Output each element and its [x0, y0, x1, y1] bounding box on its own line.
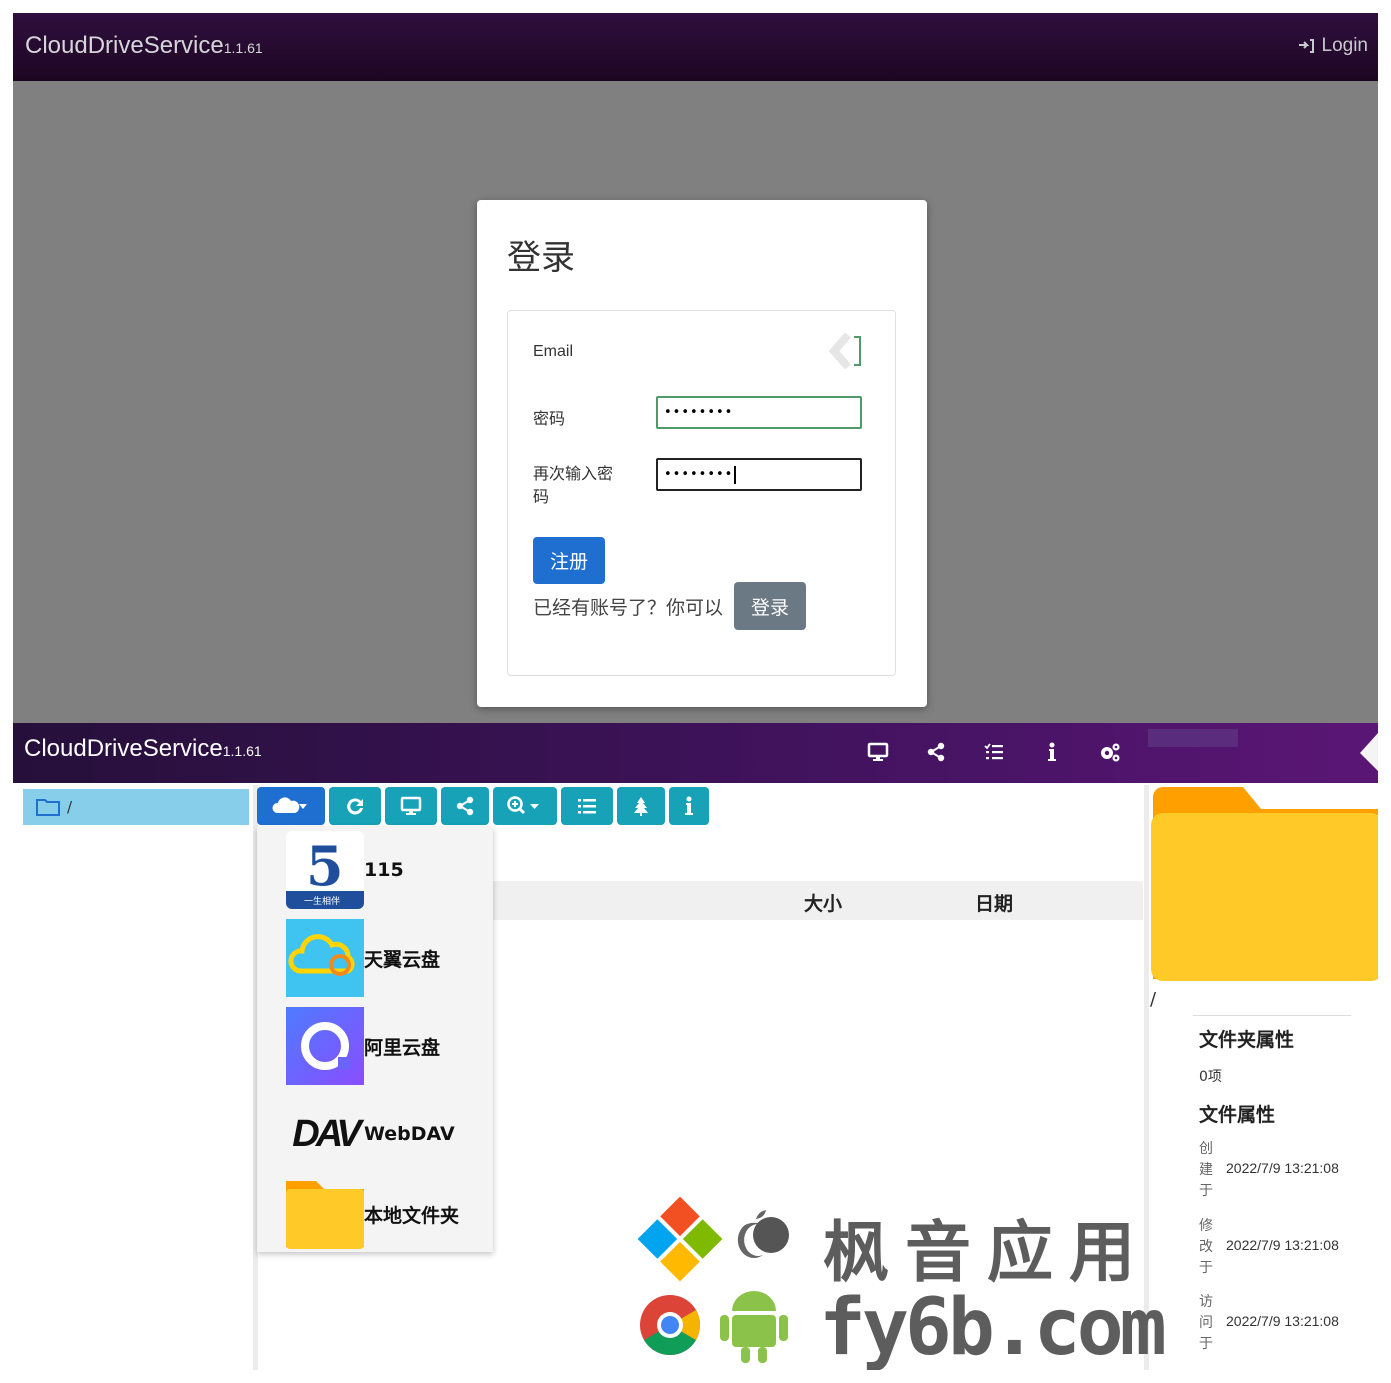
watermark-cn-text: 枫音应用 [823, 1214, 1151, 1291]
nav-monitor-button[interactable] [849, 737, 907, 767]
login-screenshot: CloudDriveService1.1.61 Login 登录 Email 密… [13, 13, 1378, 723]
prop-accessed: 访问于 2022/7/9 13:21:08 [1199, 1292, 1359, 1352]
115-slogan: 一生相伴 [304, 897, 341, 907]
menu-item-tianyi[interactable]: 天翼云盘 [286, 918, 486, 998]
selected-path: / [1150, 989, 1157, 1010]
tree-view-button[interactable] [617, 787, 665, 825]
tree-icon [634, 797, 648, 816]
login-link[interactable]: Login [1296, 35, 1369, 57]
svg-text:5: 5 [306, 834, 344, 898]
register-card: Email 密码 •••••••• 再次输入密码 •••••••• 注册 已经有… [507, 310, 896, 676]
item-count: 0项 [1199, 1069, 1222, 1085]
115-logo-icon: 5 一生相伴 [286, 831, 364, 909]
nav-share-button[interactable] [907, 737, 965, 767]
login-link-label: Login [1321, 35, 1369, 56]
tianyi-cloud-icon [286, 919, 364, 997]
prop-value: 2022/7/9 13:21:08 [1226, 1160, 1339, 1176]
column-date[interactable]: 日期 [975, 889, 1013, 916]
column-size[interactable]: 大小 [804, 889, 842, 916]
prop-modified: 修改于 2022/7/9 13:21:08 [1199, 1216, 1359, 1276]
webdav-logo-text: DAV [292, 1112, 361, 1155]
confirm-password-label: 再次输入密码 [533, 466, 614, 506]
password-input[interactable]: •••••••• [656, 396, 862, 429]
menu-item-aliyun[interactable]: 阿里云盘 [286, 1006, 486, 1086]
menu-item-label: 天翼云盘 [364, 948, 441, 971]
refresh-button[interactable] [329, 787, 381, 825]
prop-key: 修改于 [1199, 1218, 1213, 1276]
menu-item-label: 本地文件夹 [364, 1204, 460, 1227]
breadcrumb[interactable]: / [23, 789, 249, 825]
tasks-icon [984, 743, 1003, 760]
watermark-en-text: fy6b.com [819, 1283, 1167, 1370]
register-button[interactable]: 注册 [533, 537, 605, 584]
confirm-password-value: •••••••• [664, 467, 734, 482]
info-icon [685, 796, 693, 815]
share-icon [456, 796, 474, 816]
prop-created: 创建于 2022/7/9 13:21:08 [1199, 1139, 1359, 1199]
info-button[interactable] [669, 787, 709, 825]
folder-props-title: 文件夹属性 [1199, 1029, 1295, 1051]
loading-spinner-icon [828, 333, 861, 369]
cloud-provider-menu: 5 一生相伴 115 天翼云盘 阿里云盘 DAV WebDAV 本地文件夹 [257, 827, 493, 1252]
divider [1193, 1015, 1351, 1016]
monitor-button[interactable] [385, 787, 437, 825]
menu-item-label: WebDAV [364, 1123, 455, 1145]
local-folder-icon [286, 1181, 364, 1249]
folder-preview-icon [1151, 787, 1378, 981]
password-label: 密码 [533, 411, 566, 428]
zoom-button[interactable] [493, 787, 557, 825]
list-icon [578, 799, 596, 814]
info-icon [1048, 742, 1056, 761]
breadcrumb-path: / [67, 798, 73, 816]
login-icon [1298, 39, 1314, 53]
file-props-title: 文件属性 [1199, 1104, 1276, 1126]
menu-item-local-folder[interactable]: 本地文件夹 [286, 1174, 486, 1254]
login-modal: 登录 Email 密码 •••••••• 再次输入密码 •••••••• 注册 … [477, 200, 927, 707]
menu-item-label: 阿里云盘 [364, 1036, 441, 1059]
prop-key: 访问于 [1199, 1294, 1213, 1352]
version: 1.1.61 [223, 40, 263, 56]
login-button[interactable]: 登录 [734, 582, 806, 630]
share-button[interactable] [441, 787, 489, 825]
add-cloud-button[interactable] [257, 787, 325, 825]
cloud-add-icon [272, 797, 307, 813]
nav-tasks-button[interactable] [965, 737, 1023, 767]
nav-settings-button[interactable] [1081, 737, 1139, 767]
already-have-account-text: 已经有账号了？你可以 [533, 597, 724, 619]
list-view-button[interactable] [561, 787, 613, 825]
prop-value: 2022/7/9 13:21:08 [1226, 1237, 1339, 1253]
file-browser-screenshot: CloudDriveService1.1.61 / 大小 日期 5 一生相伴 1… [13, 723, 1378, 1370]
aliyun-drive-icon [286, 1007, 364, 1085]
top-navbar: CloudDriveService1.1.61 Login [13, 13, 1378, 81]
share-icon [927, 742, 945, 762]
prop-value: 2022/7/9 13:21:08 [1226, 1313, 1339, 1329]
brand[interactable]: CloudDriveService1.1.61 [24, 735, 262, 763]
brand[interactable]: CloudDriveService1.1.61 [25, 32, 263, 60]
password-value: •••••••• [664, 405, 734, 420]
refresh-icon [347, 798, 363, 815]
file-table-header: 大小 日期 [491, 881, 1143, 920]
settings-icon [1101, 743, 1120, 762]
prop-key: 创建于 [1199, 1141, 1213, 1199]
menu-item-label: 115 [364, 859, 404, 881]
version: 1.1.61 [222, 743, 262, 759]
email-label: Email [533, 343, 574, 360]
modal-title: 登录 [507, 238, 575, 278]
menu-item-115[interactable]: 5 一生相伴 115 [286, 830, 486, 910]
folder-outline-icon [36, 799, 60, 816]
zoom-icon [507, 796, 539, 815]
menu-item-webdav[interactable]: DAV WebDAV [286, 1094, 486, 1174]
main-navbar: CloudDriveService1.1.61 [13, 723, 1378, 783]
nav-info-button[interactable] [1023, 737, 1081, 767]
webdav-logo-icon: DAV [286, 1095, 364, 1173]
toolbar [257, 787, 709, 825]
confirm-password-input[interactable]: •••••••• [656, 458, 862, 491]
monitor-icon [867, 742, 889, 761]
nav-decoration [1148, 729, 1378, 771]
monitor-icon [400, 796, 422, 815]
